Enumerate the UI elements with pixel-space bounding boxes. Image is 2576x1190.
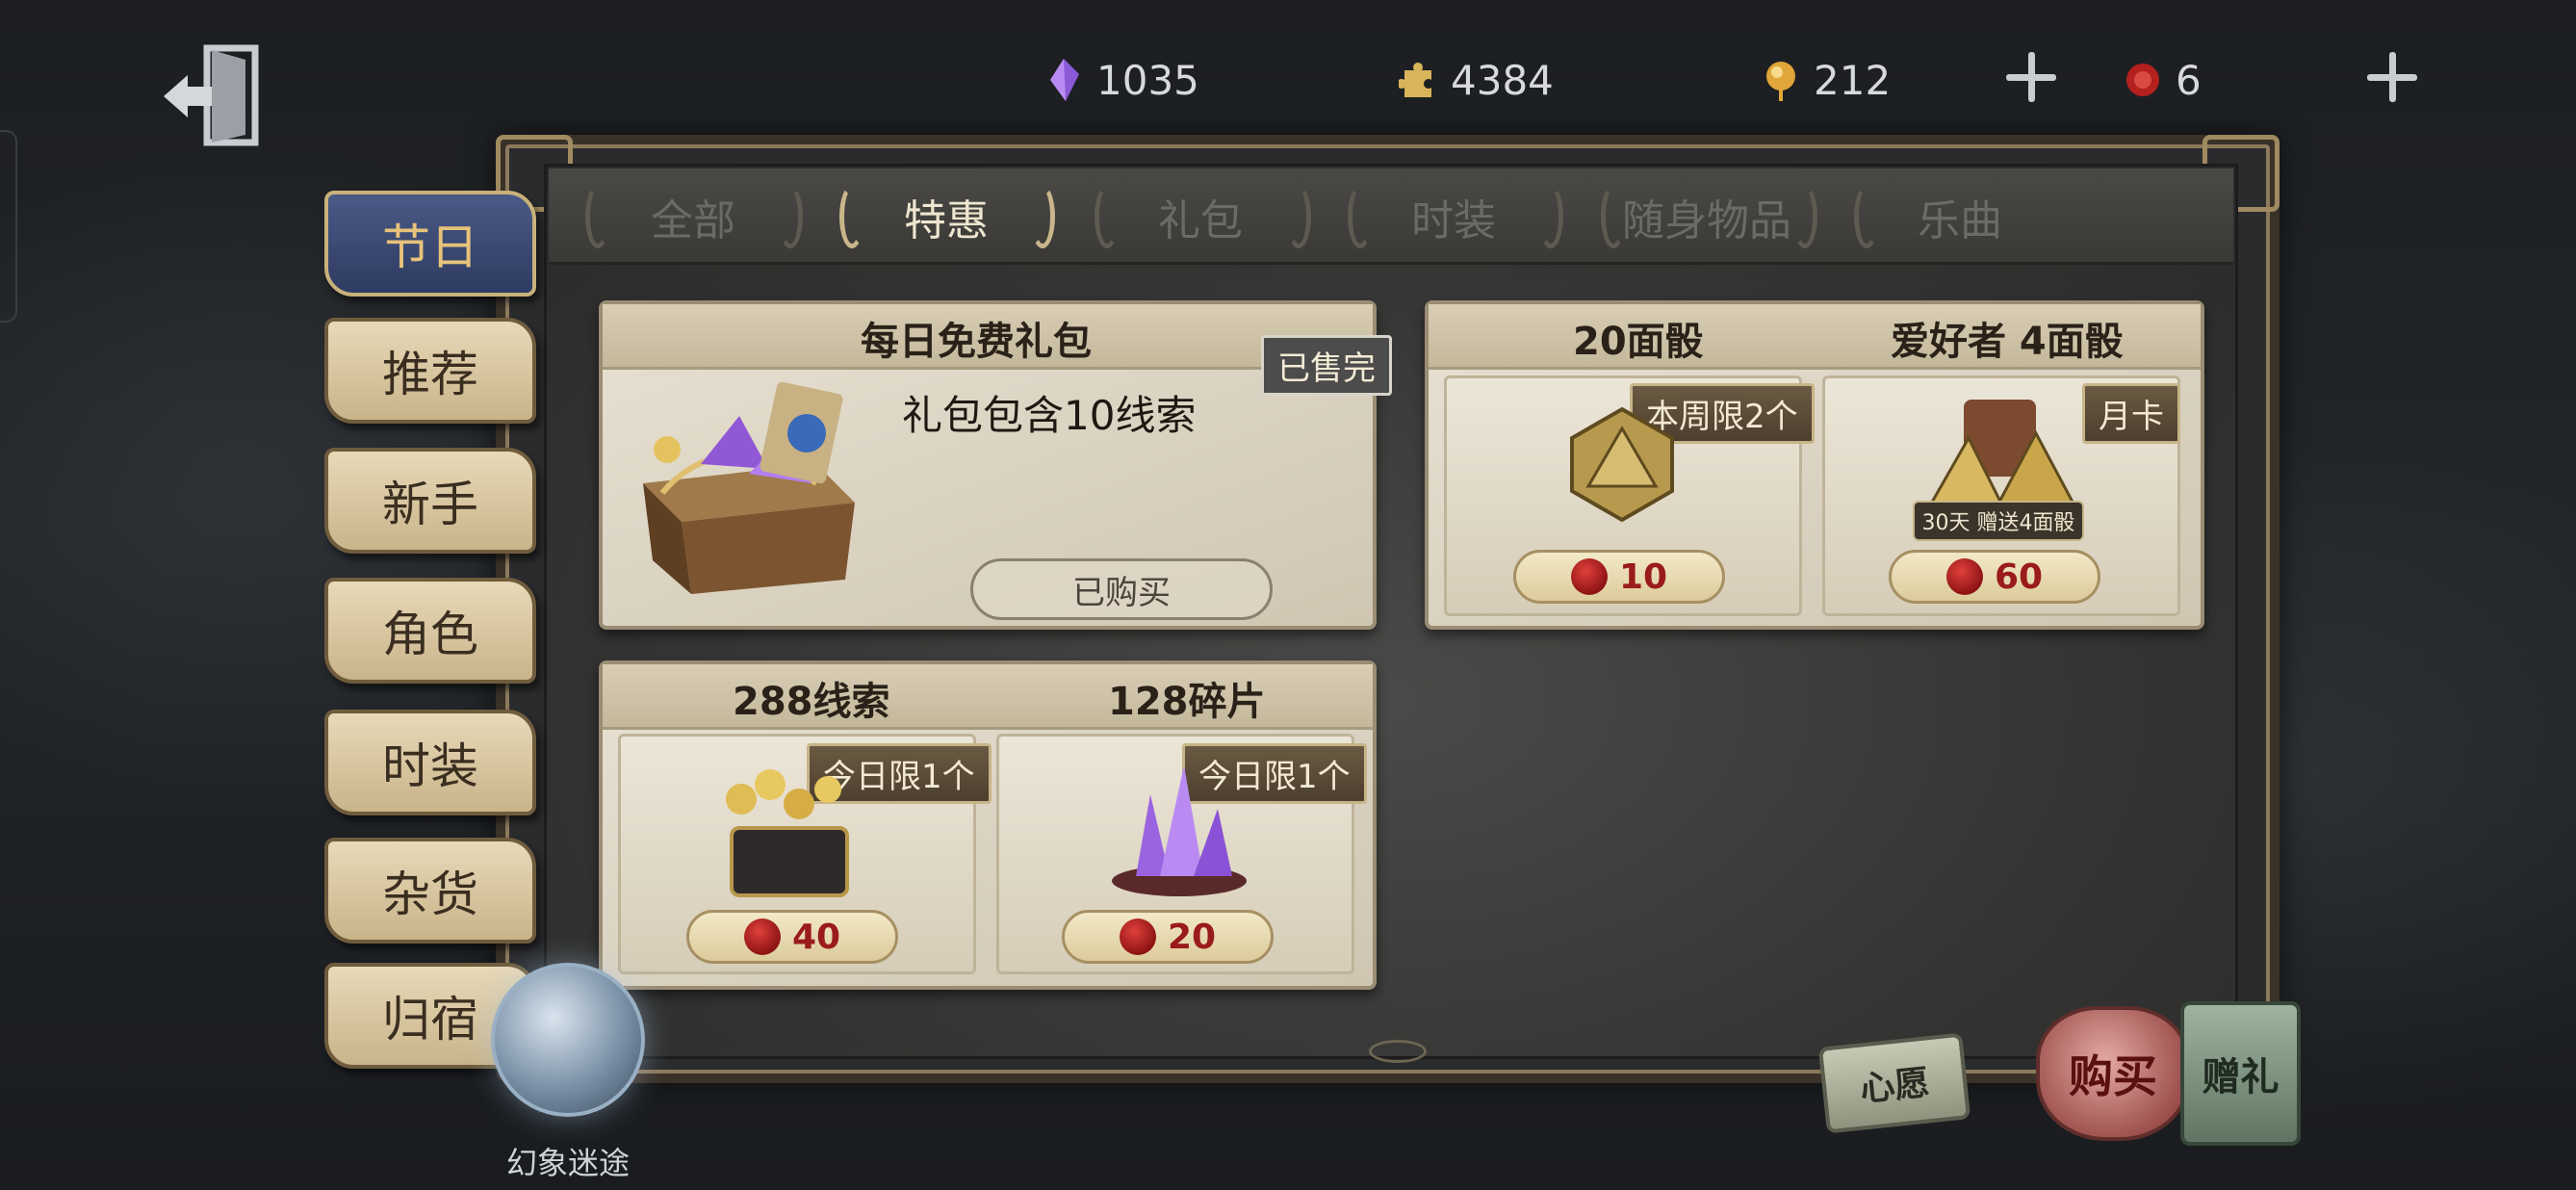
seal-amount: 6 bbox=[2176, 56, 2202, 104]
fan-price: 60 bbox=[1994, 556, 2044, 597]
side-tab-character[interactable]: 角色 bbox=[324, 578, 536, 684]
illusion-orb-icon[interactable] bbox=[491, 963, 645, 1117]
clue-price: 40 bbox=[791, 917, 841, 957]
clue-amount: 212 bbox=[1814, 56, 1892, 104]
add-clue-button[interactable] bbox=[2002, 48, 2060, 106]
tab-gift-pack[interactable]: 礼包 bbox=[1095, 173, 1306, 260]
dice-price: 10 bbox=[1618, 556, 1668, 597]
laurel-ornament bbox=[778, 185, 803, 248]
currency-clue: 212 bbox=[1762, 46, 1891, 114]
tab-costume[interactable]: 时装 bbox=[1348, 173, 1559, 260]
purple-crystal-icon bbox=[1050, 59, 1079, 101]
add-seal-button[interactable] bbox=[2363, 48, 2421, 106]
exit-door-icon[interactable] bbox=[159, 39, 274, 154]
crystal-amount: 1035 bbox=[1096, 56, 1199, 104]
card-title: 每日免费礼包 bbox=[861, 320, 1092, 364]
red-wax-seal-icon bbox=[1119, 918, 1156, 955]
purple-crystal-cluster-icon bbox=[1112, 765, 1247, 896]
dice-price-button[interactable]: 10 bbox=[1513, 550, 1725, 604]
tab-music[interactable]: 乐曲 bbox=[1854, 173, 2066, 260]
footer-ornament bbox=[1369, 1040, 1427, 1063]
currency-crystal: 1035 bbox=[1044, 46, 1199, 114]
purchased-button: 已购买 bbox=[970, 558, 1273, 620]
gift-button[interactable]: 赠礼 bbox=[2180, 1001, 2301, 1146]
gold-puzzle-chest-icon bbox=[726, 769, 849, 897]
red-wax-seal-icon bbox=[743, 918, 781, 955]
purchase-bag-button[interactable]: 购买 bbox=[2036, 1006, 2190, 1141]
tab-accessories[interactable]: 随身物品 bbox=[1601, 173, 1813, 260]
gift-box-icon bbox=[643, 381, 855, 594]
orb-label: 幻象迷途 bbox=[505, 1145, 630, 1181]
tab-all[interactable]: 全部 bbox=[587, 173, 799, 260]
red-wax-seal-icon bbox=[1945, 558, 1983, 595]
sold-out-badge: 已售完 bbox=[1261, 335, 1392, 396]
screen-edge bbox=[0, 130, 17, 323]
laurel-ornament bbox=[1030, 185, 1055, 248]
red-wax-seal-icon bbox=[1570, 558, 1608, 595]
laurel-ornament bbox=[1538, 185, 1563, 248]
red-wax-seal-icon bbox=[2126, 64, 2159, 96]
puzzle-amount: 4384 bbox=[1451, 56, 1554, 104]
clue-price-button[interactable]: 40 bbox=[686, 910, 898, 964]
shard-title: 128碎片 bbox=[1108, 680, 1266, 724]
dice-title: 20面骰 bbox=[1573, 320, 1704, 364]
side-tab-misc[interactable]: 杂货 bbox=[324, 838, 536, 944]
wishlist-button[interactable]: 心愿 bbox=[1817, 1032, 1971, 1134]
thirty-day-banner: 30天 赠送4面骰 bbox=[1913, 501, 2084, 541]
side-tab-costume[interactable]: 时装 bbox=[324, 710, 536, 815]
side-tab-newbie[interactable]: 新手 bbox=[324, 448, 536, 554]
pack-description: 礼包包含10线索 bbox=[902, 392, 1197, 439]
laurel-ornament bbox=[1792, 185, 1817, 248]
laurel-ornament bbox=[1286, 185, 1311, 248]
shard-price-button[interactable]: 20 bbox=[1062, 910, 1274, 964]
d20-dice-icon bbox=[1570, 406, 1674, 523]
fan-title: 爱好者 4面骰 bbox=[1891, 320, 2124, 364]
tab-special-offer[interactable]: 特惠 bbox=[840, 173, 1052, 260]
side-tab-festival[interactable]: 节日 bbox=[324, 191, 536, 297]
currency-puzzle: 4384 bbox=[1399, 46, 1554, 114]
gold-puzzle-piece-icon bbox=[1399, 63, 1431, 97]
side-tab-recommended[interactable]: 推荐 bbox=[324, 318, 536, 424]
monthly-card-badge: 月卡 bbox=[2082, 383, 2180, 444]
fan-price-button[interactable]: 60 bbox=[1889, 550, 2100, 604]
currency-seal: 6 bbox=[2124, 46, 2202, 114]
clue-title: 288线索 bbox=[733, 680, 890, 724]
shard-price: 20 bbox=[1167, 917, 1217, 957]
gold-clue-orb-icon bbox=[1766, 62, 1795, 101]
